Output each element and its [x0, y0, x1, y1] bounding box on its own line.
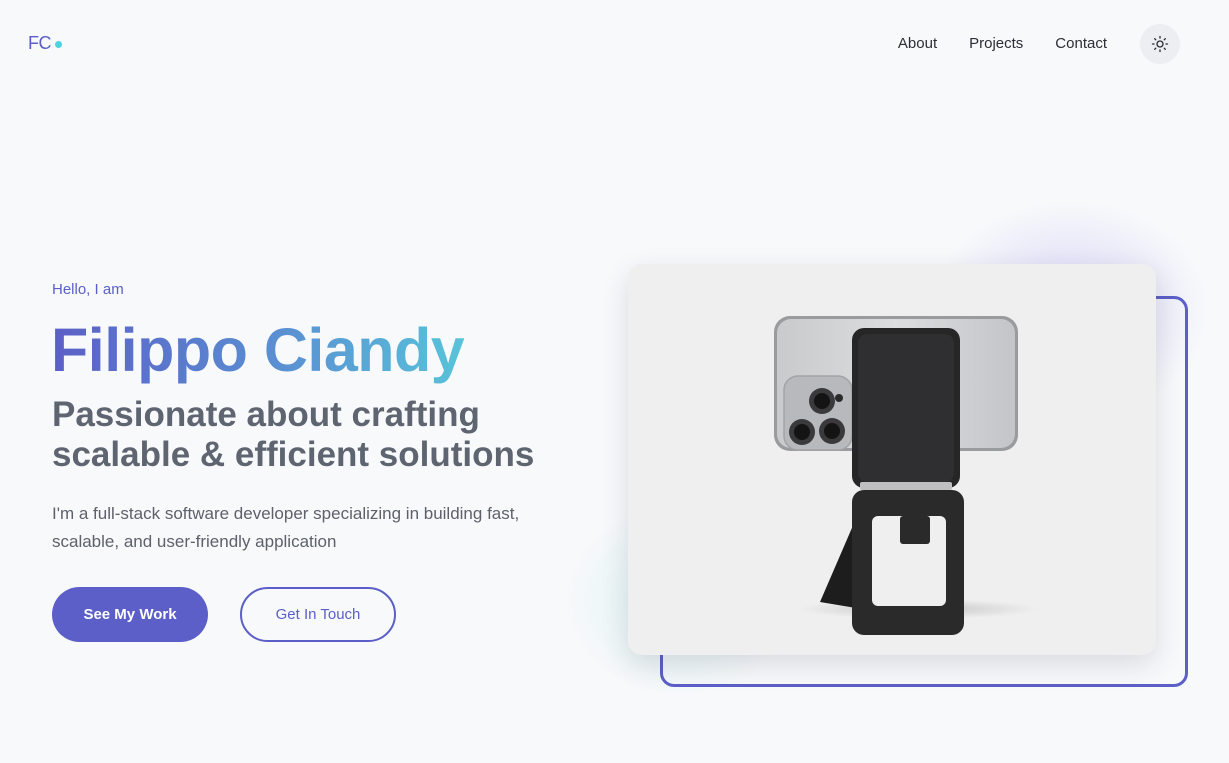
- phone-stand-image: [774, 316, 1038, 635]
- hero-description: I'm a full-stack software developer spec…: [52, 504, 520, 551]
- logo-text: FC: [28, 33, 52, 53]
- theme-toggle-button[interactable]: [1140, 24, 1180, 64]
- nav-link-contact[interactable]: Contact: [1055, 24, 1107, 64]
- see-my-work-button[interactable]: See My Work: [52, 587, 208, 642]
- nav-link-projects[interactable]: Projects: [969, 24, 1023, 64]
- hero-tagline: Passionate about crafting scalable & eff…: [52, 395, 535, 474]
- hero-name: Filippo Ciandy: [51, 316, 465, 384]
- main-nav: About Projects Contact: [898, 24, 1180, 64]
- sun-icon: [1151, 35, 1169, 53]
- logo[interactable]: FC: [28, 33, 62, 54]
- hero-image-card: [628, 264, 1156, 655]
- nav-link-about[interactable]: About: [898, 24, 937, 64]
- logo-dot: [55, 40, 62, 48]
- hero-greeting: Hello, I am: [52, 281, 124, 298]
- get-in-touch-button[interactable]: Get In Touch: [240, 587, 396, 642]
